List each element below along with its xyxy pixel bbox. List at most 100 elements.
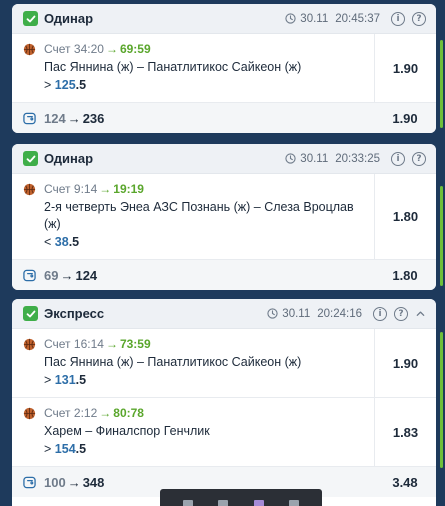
check-icon[interactable] — [23, 306, 38, 321]
score-current: 80:78 — [113, 406, 144, 420]
score-at-bet: 2:12 — [73, 406, 98, 420]
score-label: Счет — [44, 406, 71, 420]
basketball-icon — [23, 183, 36, 196]
event-name[interactable]: Пас Яннина (ж) – Панатлитикос Сайкеон (ж… — [44, 354, 366, 371]
bet-time: 20:33:25 — [335, 152, 380, 165]
pick-sign: < — [44, 235, 52, 249]
score-line: Счет 16:14 → 73:59 — [44, 337, 366, 352]
chevron-up-icon[interactable] — [415, 308, 426, 319]
taskbar-icon[interactable] — [218, 500, 229, 506]
bet-odds: 1.83 — [374, 398, 436, 466]
score-arrow: → — [105, 42, 118, 56]
check-icon[interactable] — [23, 11, 38, 26]
pick-fraction: .5 — [75, 373, 87, 387]
score-label: Счет — [44, 182, 71, 196]
bet-row: Счет 9:14 → 19:19 2-я четверть Энеа АЗС По… — [12, 174, 436, 260]
header-meta: 30.11 20:45:37 i ? — [285, 11, 426, 26]
card-header: Экспресс 30.11 20:24:16 i ? — [12, 299, 436, 329]
event-name[interactable]: Харем – Финалспор Генчлик — [44, 423, 366, 440]
bet-odds: 1.80 — [374, 174, 436, 259]
basketball-icon — [23, 43, 36, 56]
bet-card-2: Одинар 30.11 20:33:25 i ? Счет 9:14 → 19:1… — [12, 144, 436, 290]
scroll-indicator[interactable] — [440, 332, 443, 468]
score-line: Счет 34:20 → 69:59 — [44, 42, 366, 57]
help-icon[interactable]: ? — [394, 306, 408, 321]
payout-arrow: → — [67, 474, 81, 490]
score-current: 73:59 — [119, 337, 151, 351]
coin-icon — [23, 269, 36, 281]
score-label: Счет — [44, 42, 71, 56]
score-at-bet: 16:14 — [73, 337, 104, 351]
score-label: Счет — [44, 337, 71, 351]
score-current: 69:59 — [119, 42, 151, 56]
bet-date: 30.11 — [300, 12, 329, 25]
scroll-indicator[interactable] — [440, 186, 443, 286]
pick-fraction: .5 — [68, 235, 80, 249]
taskbar-overlay — [160, 489, 322, 506]
pick: < 38.5 — [44, 234, 366, 251]
score-line: Счет 9:14 → 19:19 — [44, 182, 366, 197]
info-icon[interactable]: i — [391, 11, 405, 26]
payout-arrow: → — [67, 110, 81, 126]
info-icon[interactable]: i — [391, 151, 405, 166]
score-line: Счет 2:12 → 80:78 — [44, 406, 366, 421]
total-odds: 3.48 — [392, 474, 418, 490]
card-header: Одинар 30.11 20:33:25 i ? — [12, 144, 436, 174]
pick-value: 131 — [54, 373, 76, 387]
score-at-bet: 34:20 — [73, 42, 104, 56]
pick-sign: > — [44, 442, 52, 456]
payout-arrow: → — [60, 267, 74, 283]
pick-fraction: .5 — [75, 442, 87, 456]
score-arrow: → — [99, 406, 112, 420]
help-icon[interactable]: ? — [412, 11, 426, 26]
total-odds: 1.80 — [392, 267, 418, 283]
score-arrow: → — [105, 337, 118, 351]
event-name[interactable]: Пас Яннина (ж) – Панатлитикос Сайкеон (ж… — [44, 59, 366, 76]
card-header: Одинар 30.11 20:45:37 i ? — [12, 4, 436, 34]
pick: > 131.5 — [44, 372, 366, 389]
payout-amount: 236 — [82, 110, 105, 126]
bet-row: Счет 16:14 → 73:59 Пас Яннина (ж) – Панатл… — [12, 329, 436, 398]
score-arrow: → — [99, 182, 112, 196]
pick-fraction: .5 — [75, 78, 87, 92]
taskbar-icon[interactable] — [253, 500, 264, 506]
score-current: 19:19 — [113, 182, 144, 196]
bet-row: Счет 34:20 → 69:59 Пас Яннина (ж) – Панатл… — [12, 34, 436, 103]
pick-value: 38 — [54, 235, 69, 249]
coin-icon — [23, 476, 36, 488]
card-footer: 124 → 236 1.90 — [12, 103, 436, 133]
pick-sign: > — [44, 78, 52, 92]
pick-value: 154 — [54, 442, 76, 456]
pick: > 154.5 — [44, 441, 366, 458]
bet-date: 30.11 — [300, 152, 329, 165]
header-meta: 30.11 20:33:25 i ? — [285, 151, 426, 166]
payout-amount: 124 — [75, 267, 98, 283]
stake-amount: 100 — [44, 474, 66, 490]
taskbar-icon[interactable] — [289, 500, 300, 506]
bet-card-3: Экспресс 30.11 20:24:16 i ? Счет 16:14 → 7… — [12, 299, 436, 506]
scroll-indicator[interactable] — [440, 40, 443, 128]
pick-value: 125 — [54, 78, 76, 92]
taskbar-icon[interactable] — [182, 500, 193, 506]
header-meta: 30.11 20:24:16 i ? — [267, 306, 426, 321]
info-icon[interactable]: i — [373, 306, 387, 321]
stake-amount: 124 — [44, 110, 66, 126]
bet-row: Счет 2:12 → 80:78 Харем – Финалспор Генчли… — [12, 398, 436, 467]
bet-time: 20:24:16 — [317, 307, 362, 320]
payout-amount: 348 — [82, 474, 105, 490]
bet-type-title: Одинар — [44, 151, 94, 166]
clock-icon — [285, 153, 296, 164]
check-icon[interactable] — [23, 151, 38, 166]
bet-odds: 1.90 — [374, 329, 436, 397]
bet-date: 30.11 — [282, 307, 311, 320]
pick-sign: > — [44, 373, 52, 387]
score-at-bet: 9:14 — [73, 182, 98, 196]
clock-icon — [267, 308, 278, 319]
basketball-icon — [23, 407, 36, 420]
basketball-icon — [23, 338, 36, 351]
event-name[interactable]: 2-я четверть Энеа АЗС Познань (ж) – Слез… — [44, 199, 366, 233]
help-icon[interactable]: ? — [412, 151, 426, 166]
total-odds: 1.90 — [392, 110, 418, 126]
coin-icon — [23, 112, 36, 124]
pick: > 125.5 — [44, 77, 366, 94]
